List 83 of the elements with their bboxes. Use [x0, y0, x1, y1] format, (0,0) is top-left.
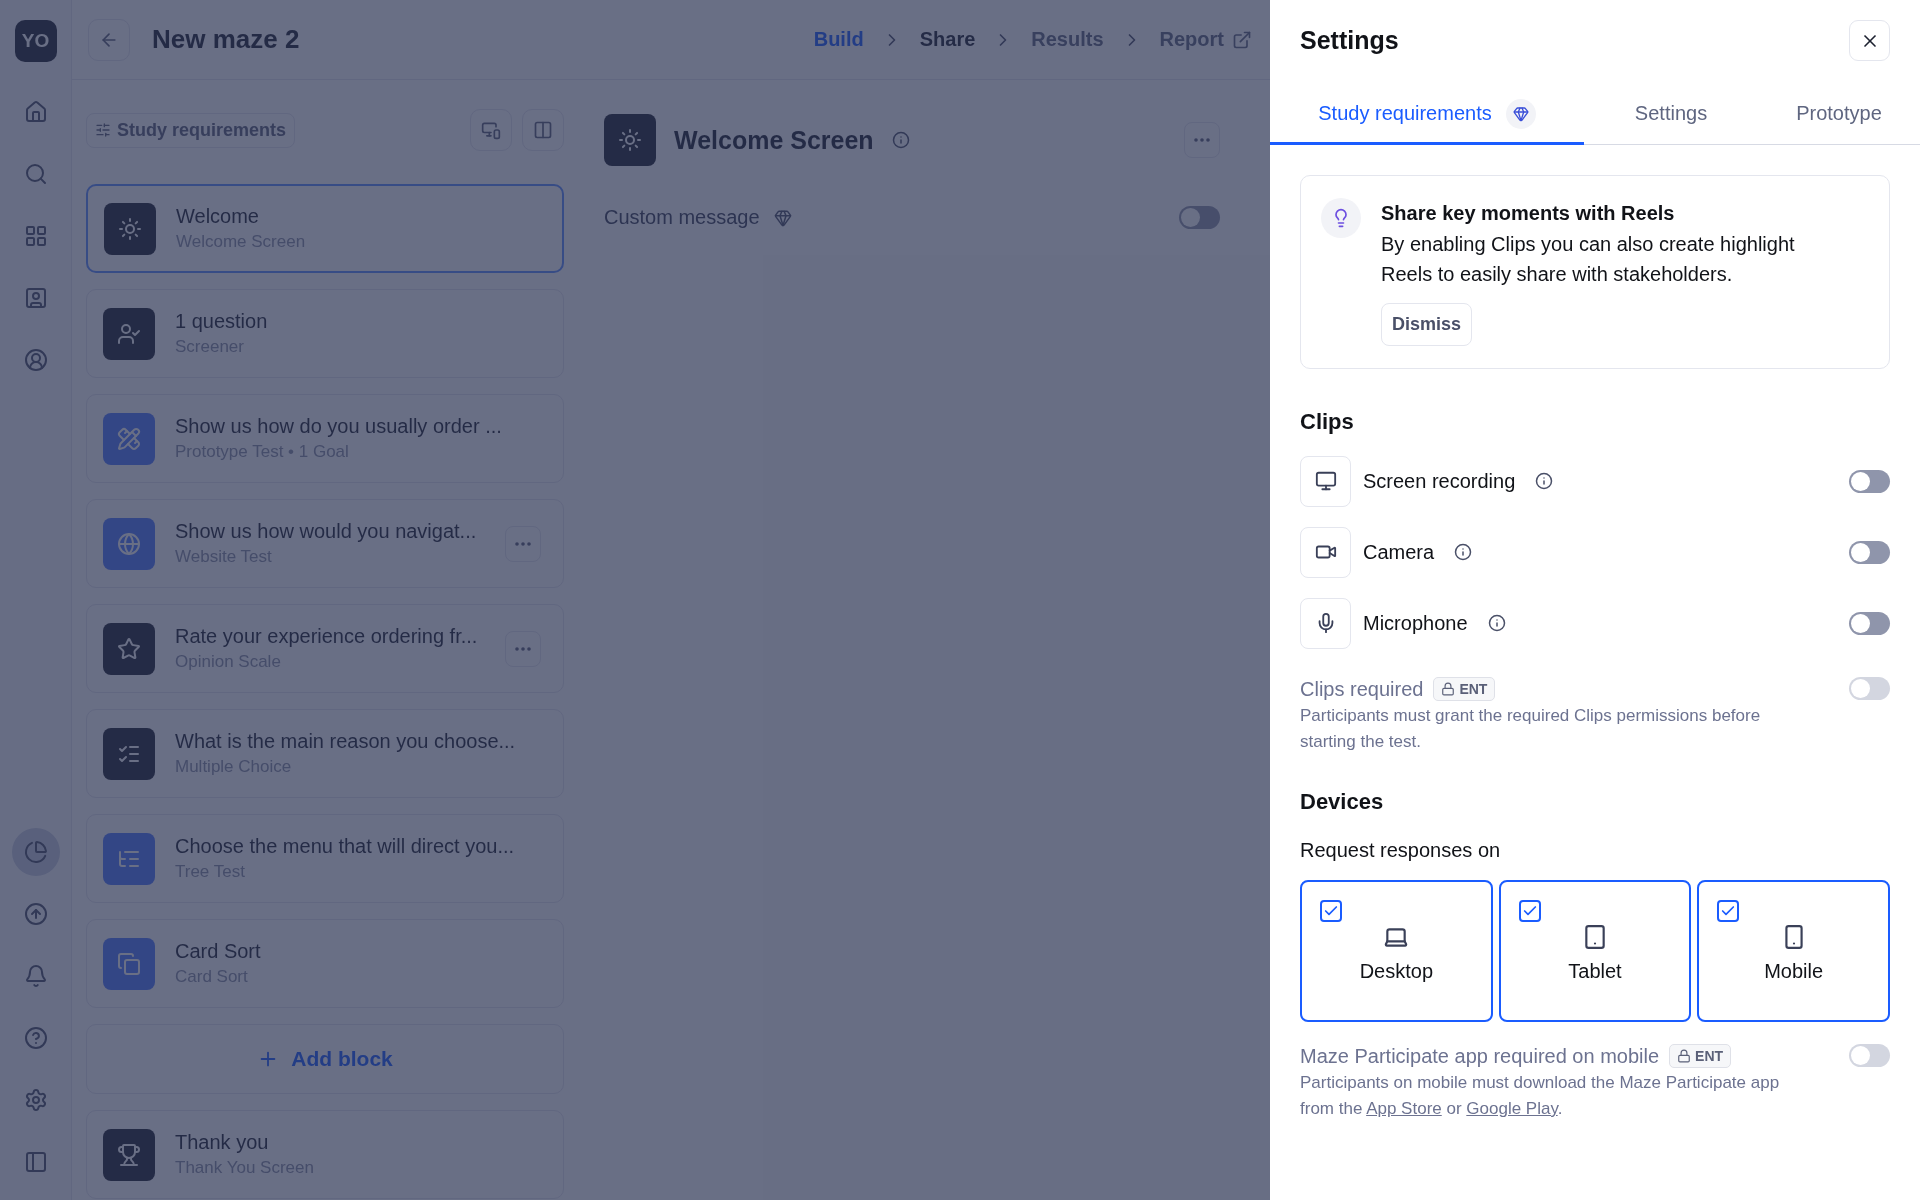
screen-title: Welcome Screen [674, 125, 874, 155]
setting-title: Clips required [1300, 677, 1424, 701]
checkbox[interactable] [1717, 900, 1740, 922]
more-button[interactable] [505, 525, 541, 562]
user-avatar[interactable]: YO [14, 20, 57, 62]
lock-icon [1677, 1049, 1692, 1063]
add-block-button[interactable]: Add block [86, 1024, 564, 1094]
info-icon [1487, 614, 1506, 632]
back-button[interactable] [88, 18, 130, 61]
camera-icon [1300, 526, 1351, 578]
layout-button[interactable] [522, 109, 564, 151]
clip-label: Camera [1363, 540, 1435, 564]
info-icon [1454, 543, 1473, 561]
external-link-icon [1232, 29, 1252, 50]
ellipsis-icon [1194, 138, 1210, 142]
device-label: Tablet [1568, 960, 1622, 983]
toggle-switch[interactable] [1849, 469, 1890, 493]
diamond-icon [773, 208, 792, 227]
block-title: Choose the menu that will direct you... [175, 835, 516, 858]
sun-icon [618, 128, 642, 152]
ellipsis-icon [515, 541, 531, 546]
checkbox[interactable] [1518, 900, 1541, 922]
block-title: Welcome [176, 205, 260, 228]
columns-icon [533, 120, 553, 140]
more-button[interactable] [1184, 122, 1220, 158]
toggle-switch[interactable] [1849, 540, 1890, 564]
custom-message-label: Custom message [604, 206, 760, 229]
device-label: Mobile [1764, 960, 1824, 983]
toggle-switch[interactable] [1849, 611, 1890, 635]
tip-title: Share key moments with Reels [1381, 202, 1675, 225]
sliders-icon [95, 122, 111, 138]
lightbulb-icon [1321, 198, 1361, 238]
setting-title: Maze Participate app required on mobile [1300, 1044, 1660, 1068]
more-button[interactable] [505, 630, 541, 667]
block-title: Show us how do you usually order ... [175, 415, 503, 438]
settings-tab[interactable]: Prototype [1758, 93, 1920, 145]
plan-badge: ENT [1669, 1044, 1732, 1068]
device-option[interactable]: Tablet [1498, 880, 1692, 1022]
settings-tab[interactable]: Settings [1584, 93, 1758, 145]
plan-badge: ENT [1433, 677, 1496, 701]
block-title: Show us how would you navigat... [175, 520, 478, 543]
device-option[interactable]: Desktop [1300, 880, 1493, 1022]
section-heading: Clips [1300, 409, 1355, 435]
sun-icon [118, 216, 142, 241]
checkbox[interactable] [1320, 900, 1342, 922]
settings-tab[interactable]: Study requirements [1270, 93, 1584, 145]
globe-icon [117, 531, 141, 556]
setting-description: Participants on mobile must download the Maze Participate app from the App Store or Google Play. [1300, 1072, 1781, 1120]
maze-title: New maze 2 [152, 24, 301, 55]
cards-icon [117, 951, 141, 976]
setting-description: Participants must grant the required Clips permissions before starting the test. [1300, 705, 1762, 753]
device-option[interactable]: Mobile [1697, 880, 1890, 1022]
dismiss-button[interactable]: Dismiss [1381, 303, 1473, 346]
devices-button[interactable] [470, 109, 512, 151]
ellipsis-icon [515, 646, 531, 651]
star-icon [117, 636, 141, 661]
block-title: What is the main reason you choose... [175, 730, 517, 753]
block-title: 1 question [175, 310, 269, 333]
microphone-icon [1300, 597, 1351, 649]
lock-icon [1441, 682, 1456, 696]
devices-prompt: Request responses on [1300, 839, 1502, 862]
user-check-icon [117, 321, 141, 346]
clip-label: Screen recording [1363, 469, 1516, 493]
info-icon [891, 131, 910, 149]
panel-title: Settings [1300, 26, 1399, 55]
toggle-switch[interactable] [1179, 206, 1220, 229]
step-link[interactable]: Build [813, 28, 864, 51]
block-title: Thank you [175, 1131, 270, 1154]
info-icon [1535, 472, 1554, 490]
clip-label: Microphone [1363, 611, 1468, 635]
close-button[interactable] [1849, 20, 1890, 61]
pencil-ruler-icon [117, 426, 141, 451]
step-link[interactable]: Share [919, 28, 976, 51]
trophy-icon [117, 1142, 141, 1167]
tip-text: By enabling Clips you can also create highlight Reels to easily share with stakeholders. [1381, 232, 1796, 287]
block-title: Rate your experience ordering fr... [175, 625, 479, 648]
section-heading: Devices [1300, 789, 1385, 815]
pie-chart-icon[interactable] [11, 828, 60, 876]
devices-icon [481, 120, 501, 140]
monitor-icon [1300, 455, 1351, 507]
device-label: Desktop [1359, 960, 1433, 983]
tablet-icon [1582, 924, 1608, 950]
block-title: Card Sort [175, 940, 262, 963]
